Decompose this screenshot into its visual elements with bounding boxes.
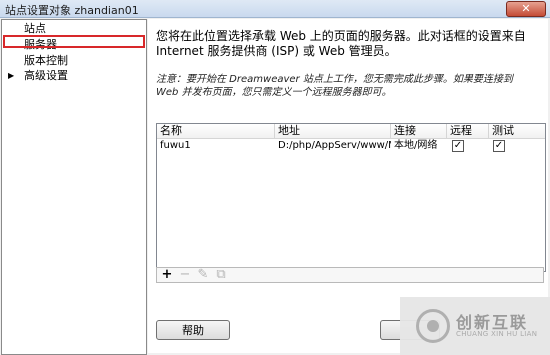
title-bar: 站点设置对象 zhandian01 ✕ <box>0 0 550 18</box>
panel-note: 注意：要开始在 Dreamweaver 站点上工作，您无需完成此步骤。如果要连接… <box>156 74 513 98</box>
close-button[interactable]: ✕ <box>506 1 546 17</box>
duplicate-server-icon[interactable]: ⧉ <box>213 268 229 282</box>
remove-server-icon[interactable]: − <box>177 268 193 282</box>
window-title: 站点设置对象 zhandian01 <box>5 4 139 17</box>
selection-highlight <box>3 35 145 48</box>
column-header-remote[interactable]: 远程 <box>447 124 489 138</box>
remote-checkbox[interactable]: ✓ <box>452 140 464 152</box>
table-row[interactable]: fuwu1 D:/php/AppServ/www/M... 本地/网络 ✓ ✓ <box>157 139 545 153</box>
column-header-test[interactable]: 测试 <box>489 124 545 138</box>
server-name-cell: fuwu1 <box>160 140 191 151</box>
sidebar-item-version-control[interactable]: 版本控制 <box>2 53 146 68</box>
brand-logo-icon <box>416 309 450 343</box>
column-header-address[interactable]: 地址 <box>275 124 391 138</box>
sidebar-item-advanced-settings[interactable]: ▶ 高级设置 <box>2 68 146 83</box>
help-button[interactable]: 帮助 <box>156 320 230 340</box>
server-connection-cell: 本地/网络 <box>394 140 438 151</box>
expand-arrow-icon[interactable]: ▶ <box>8 68 14 83</box>
server-toolbar: + − ✎ ⧉ <box>156 267 544 283</box>
test-checkbox[interactable]: ✓ <box>493 140 505 152</box>
sidebar-item-label: 站点 <box>24 22 46 35</box>
edit-server-icon[interactable]: ✎ <box>195 268 211 282</box>
server-table: 名称 地址 连接 远程 测试 fuwu1 D:/php/AppServ/www/… <box>156 123 546 272</box>
site-setup-dialog: 站点设置对象 zhandian01 ✕ 站点 服务器 版本控制 ▶ 高级设置 您… <box>0 0 550 355</box>
panel-description: 您将在此位置选择承载 Web 上的页面的服务器。此对话框的设置来自 Intern… <box>156 29 526 58</box>
watermark: 创新互联 CHUANG XIN HU LIAN <box>400 297 550 355</box>
sidebar-item-site[interactable]: 站点 <box>2 21 146 36</box>
sidebar-item-label: 版本控制 <box>24 54 68 67</box>
column-header-connection[interactable]: 连接 <box>391 124 447 138</box>
add-server-icon[interactable]: + <box>159 268 175 282</box>
watermark-subtext: CHUANG XIN HU LIAN <box>456 330 538 338</box>
table-header: 名称 地址 连接 远程 测试 <box>157 124 545 139</box>
category-sidebar: 站点 服务器 版本控制 ▶ 高级设置 <box>1 19 147 355</box>
sidebar-item-label: 高级设置 <box>24 69 68 82</box>
server-address-cell: D:/php/AppServ/www/M... <box>278 140 391 151</box>
column-header-name[interactable]: 名称 <box>157 124 275 138</box>
